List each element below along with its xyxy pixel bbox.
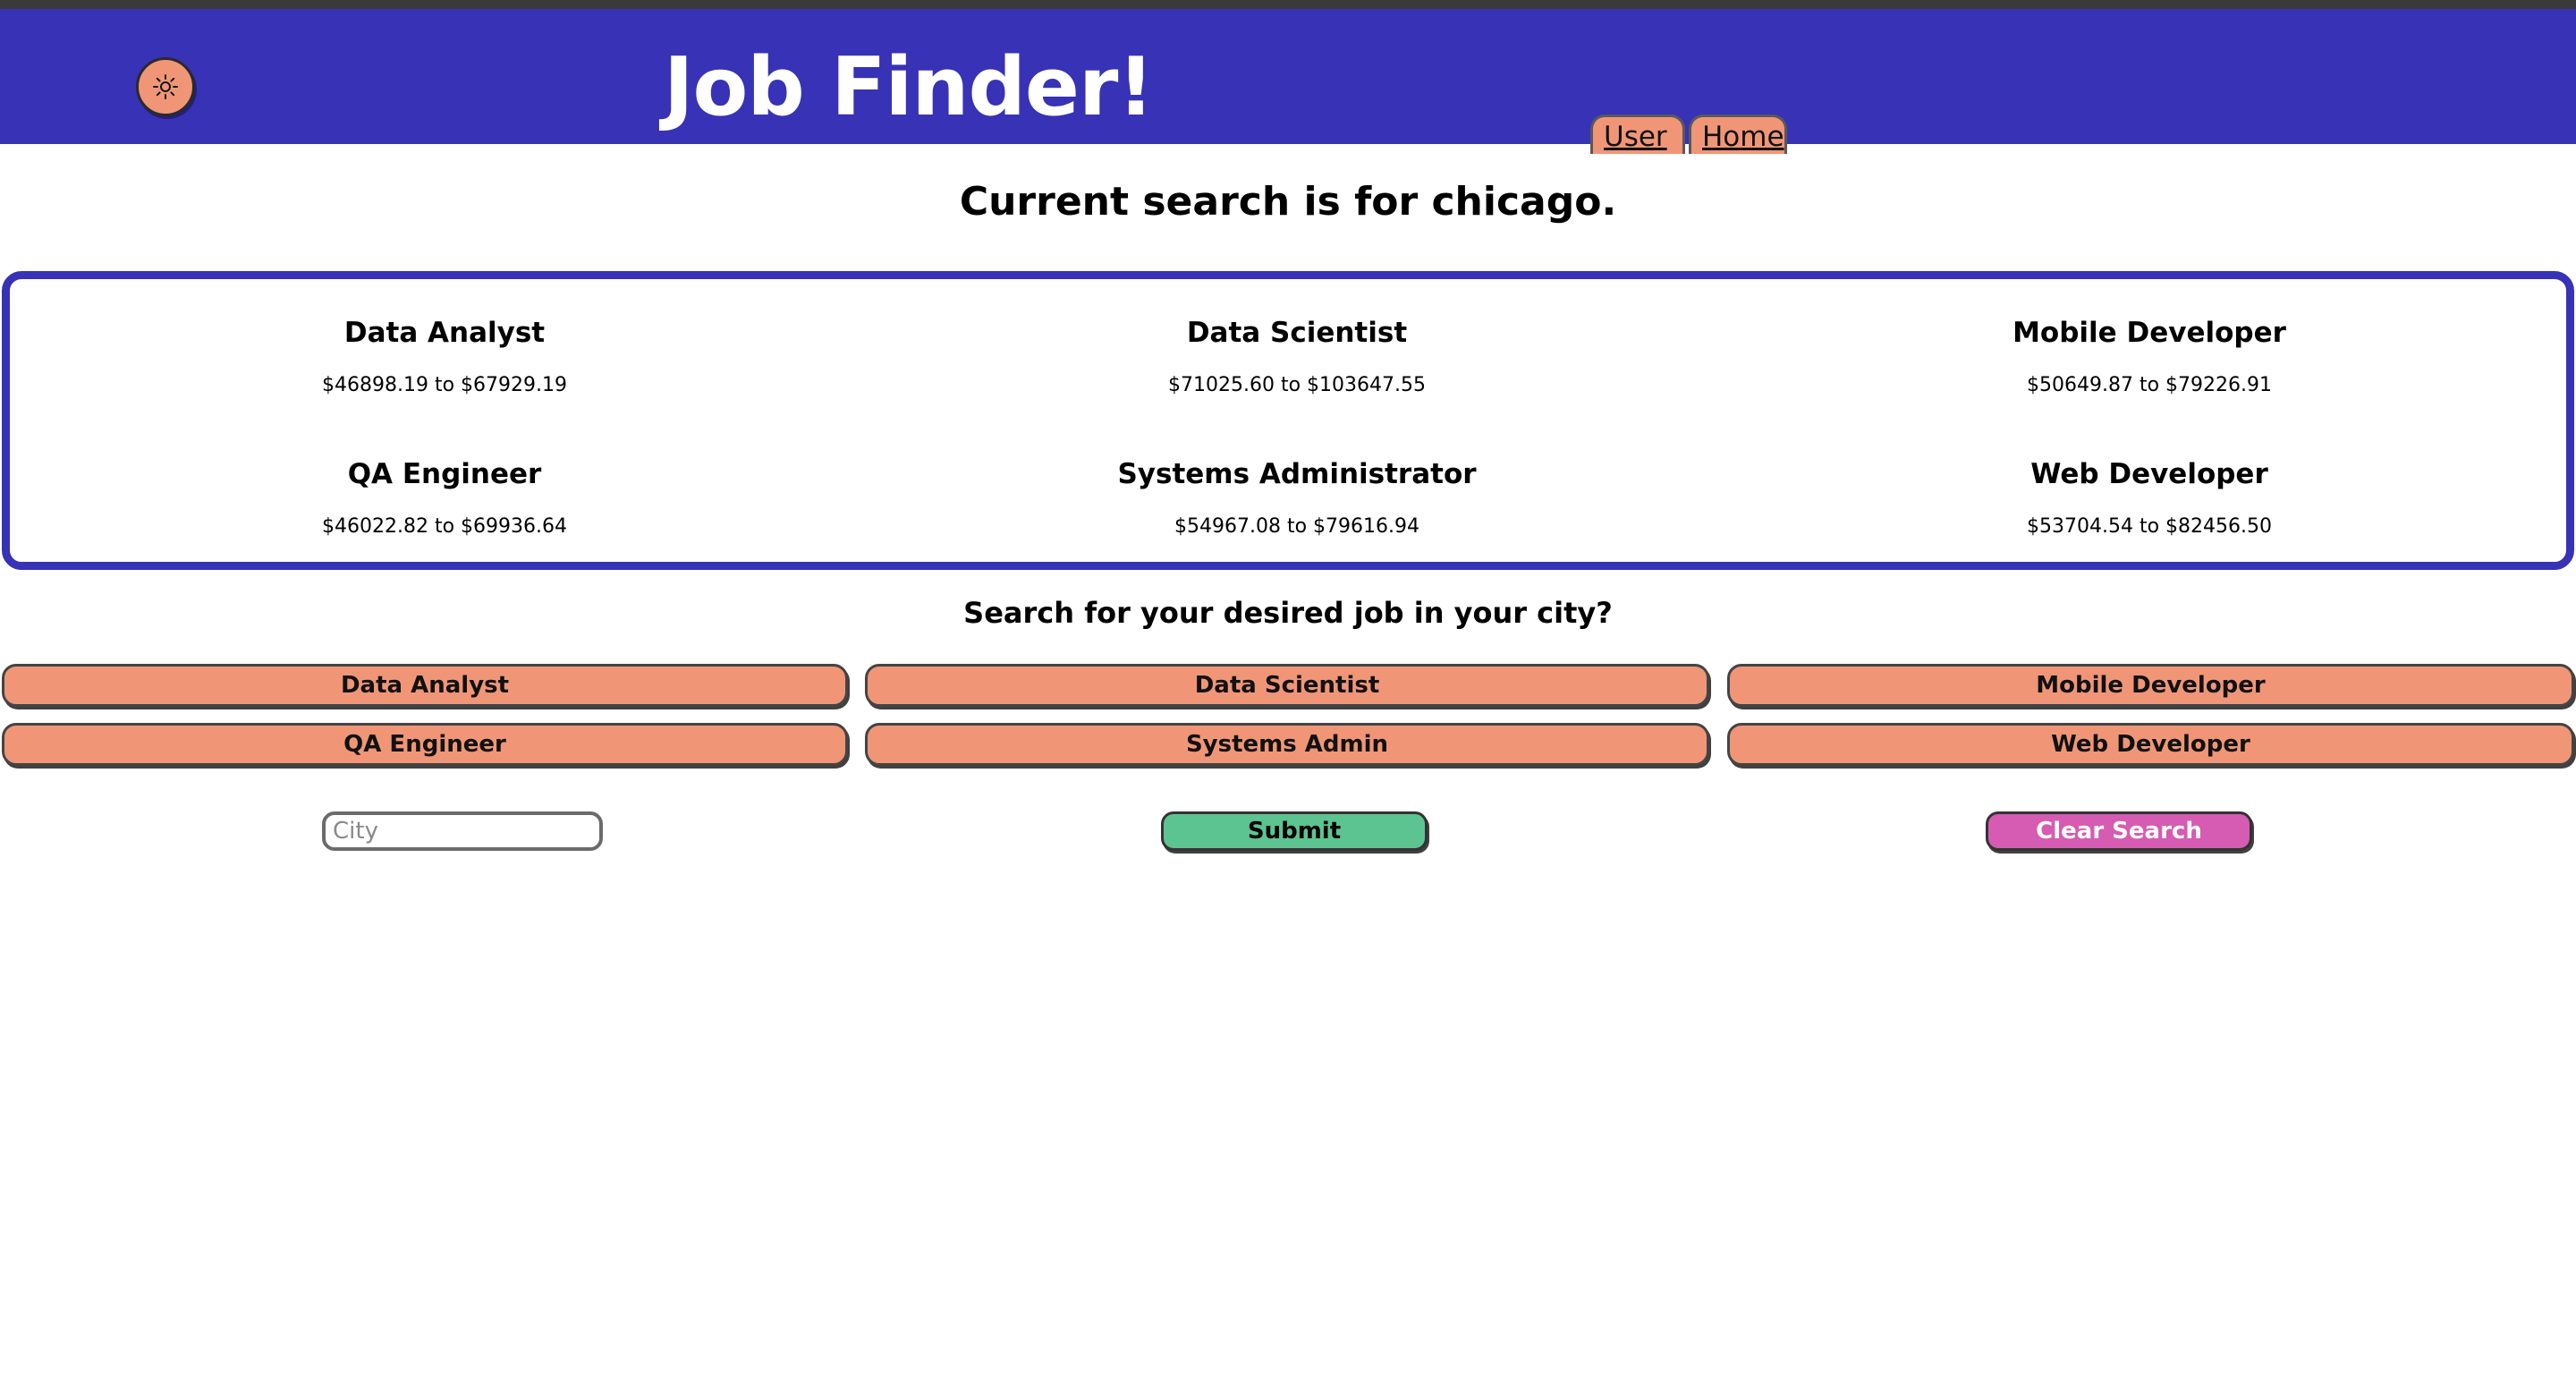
result-card-data-scientist: Data Scientist $71025.60 to $103647.55 [894, 315, 1699, 399]
app-title: Job Finder! [664, 40, 1154, 134]
result-job-title: Data Scientist [1186, 317, 1408, 349]
result-card-data-analyst: Data Analyst $46898.19 to $67929.19 [42, 315, 847, 399]
result-job-title: Web Developer [2030, 458, 2268, 490]
current-search-heading: Current search is for chicago. [959, 179, 1617, 225]
clear-search-button[interactable]: Clear Search [1986, 811, 2252, 851]
search-prompt: Search for your desired job in your city… [963, 596, 1613, 630]
result-card-systems-administrator: Systems Administrator $54967.08 to $7961… [894, 456, 1699, 540]
result-salary-range: $50649.87 to $79226.91 [2026, 374, 2272, 396]
job-button-web-developer[interactable]: Web Developer [1727, 723, 2574, 766]
result-job-title: QA Engineer [347, 458, 542, 490]
result-job-title: Systems Administrator [1117, 458, 1477, 490]
result-salary-range: $54967.08 to $79616.94 [1174, 515, 1419, 538]
result-job-title: Mobile Developer [2012, 317, 2286, 349]
job-button-qa-engineer[interactable]: QA Engineer [2, 723, 848, 766]
result-salary-range: $53704.54 to $82456.50 [2026, 515, 2272, 538]
result-card-mobile-developer: Mobile Developer $50649.87 to $79226.91 [1747, 315, 2552, 399]
app-header: Job Finder! User Home [0, 9, 2576, 154]
window-top-strip [0, 0, 2576, 9]
result-job-title: Data Analyst [343, 317, 546, 349]
job-button-data-scientist[interactable]: Data Scientist [865, 664, 1709, 707]
result-salary-range: $46022.82 to $69936.64 [321, 515, 567, 538]
city-input[interactable] [322, 811, 603, 851]
result-card-web-developer: Web Developer $53704.54 to $82456.50 [1747, 456, 2552, 540]
result-salary-range: $46898.19 to $67929.19 [321, 374, 567, 396]
salary-results-panel: Data Analyst $46898.19 to $67929.19 Data… [2, 271, 2574, 570]
job-button-data-analyst[interactable]: Data Analyst [2, 664, 848, 707]
nav-tab-user[interactable]: User [1590, 115, 1685, 154]
result-card-qa-engineer: QA Engineer $46022.82 to $69936.64 [42, 456, 847, 540]
theme-toggle-button[interactable] [136, 57, 195, 116]
submit-button[interactable]: Submit [1161, 811, 1428, 851]
sun-icon [153, 74, 178, 99]
result-salary-range: $71025.60 to $103647.55 [1167, 374, 1426, 396]
nav-tab-home[interactable]: Home [1689, 115, 1787, 154]
job-button-systems-admin[interactable]: Systems Admin [865, 723, 1709, 766]
job-button-mobile-developer[interactable]: Mobile Developer [1727, 664, 2574, 707]
